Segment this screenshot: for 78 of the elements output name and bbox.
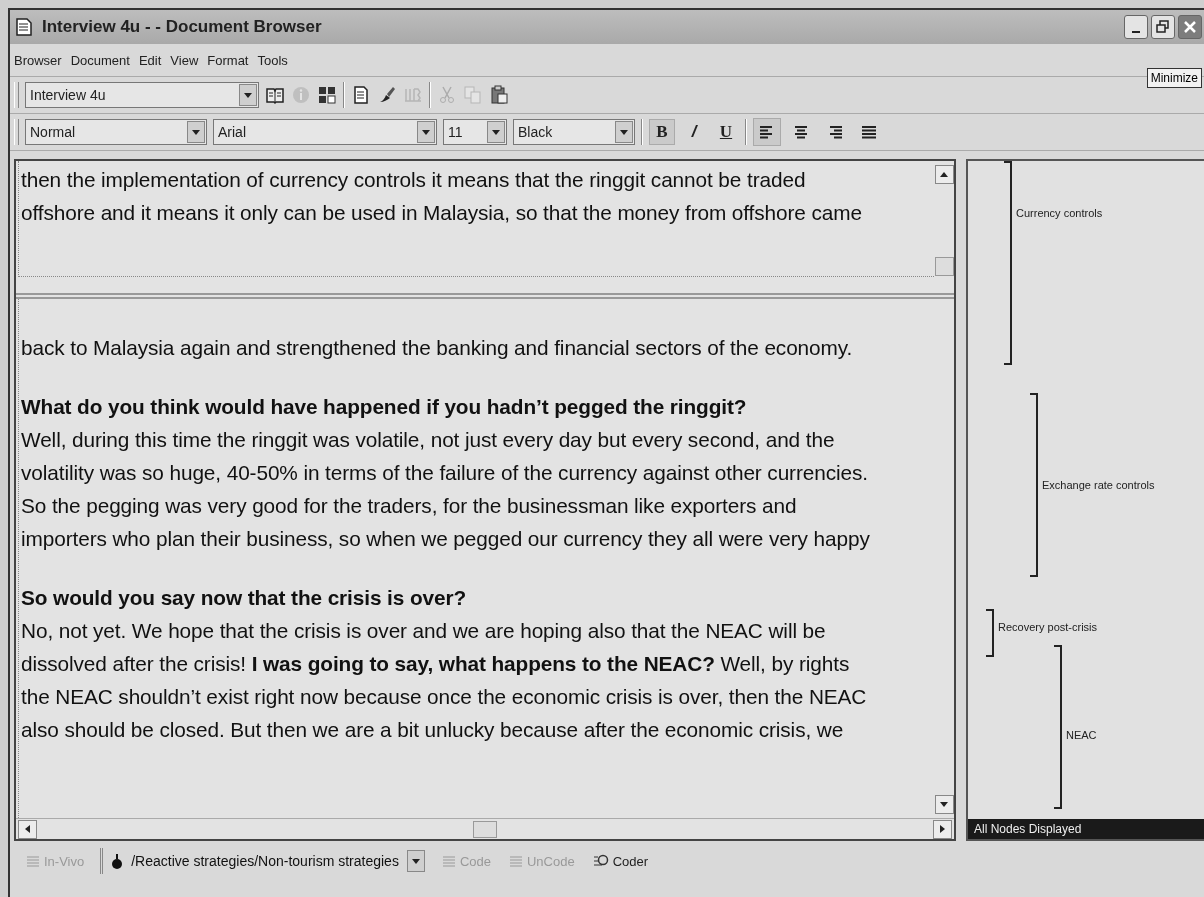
horizontal-scrollbar[interactable] — [16, 818, 954, 839]
menu-item[interactable]: View — [170, 52, 199, 68]
stripe-label: Recovery post-crisis — [998, 621, 1098, 633]
stripe-label: Exchange rate controls — [1042, 479, 1155, 491]
bold-button[interactable]: B — [649, 119, 675, 145]
text-line: back to Malaysia again and strengthened the banking and financial sectors of the economy. — [21, 335, 854, 361]
dropdown-arrow-icon — [411, 858, 420, 864]
book-icon[interactable] — [265, 85, 285, 105]
paste-icon[interactable] — [489, 85, 509, 105]
document-icon[interactable] — [351, 85, 371, 105]
right-arrow-icon — [940, 825, 945, 833]
text-line: the NEAC shouldn’t exist right now because once the economic crisis is over, then the NEAC — [21, 684, 868, 710]
toolbar-button[interactable]: Coder — [590, 851, 651, 871]
coding-stripe[interactable] — [1054, 645, 1062, 809]
text-line: importers who plan their business, so when we pegged our currency they all were very happy — [21, 526, 871, 552]
grid-icon[interactable] — [317, 85, 337, 105]
magnifier-icon — [592, 854, 609, 868]
close-icon — [1183, 20, 1197, 34]
scrollbar-thumb[interactable] — [473, 820, 497, 838]
menu-item[interactable]: Browser — [14, 52, 62, 68]
lines-icon — [441, 854, 456, 868]
scroll-up-button[interactable] — [934, 165, 954, 184]
font-size-dropdown[interactable]: 11 — [443, 119, 507, 145]
status-bar: All Nodes Displayed — [968, 819, 1204, 839]
window-title: Interview 4u - - Document Browser — [42, 17, 323, 37]
dropdown-arrow-icon — [244, 92, 252, 98]
scrollbar-thumb[interactable] — [934, 257, 954, 276]
lines-icon — [509, 854, 523, 868]
text-line: No, not yet. We hope that the crisis is over and we are hoping also that the NEAC will be — [21, 618, 827, 644]
menu-item[interactable]: Format — [207, 52, 249, 68]
stripe-label: NEAC — [1066, 729, 1097, 741]
scroll-left-button[interactable] — [18, 819, 37, 839]
dropdown-arrow-icon — [492, 129, 500, 135]
text-line: volatility was so huge, 40-50% in terms of the failure of the currency against other currencies. — [21, 460, 869, 486]
font-dropdown[interactable]: Arial — [213, 119, 437, 145]
node-selector[interactable]: /Reactive strategies/Non-tourism strategies — [100, 848, 426, 874]
italic-button[interactable]: / — [681, 119, 707, 145]
minimize-icon — [1132, 31, 1140, 33]
restore-button[interactable] — [1151, 15, 1175, 39]
text-line: then the implementation of currency controls it means that the ringgit cannot be traded — [21, 167, 807, 193]
document-dropdown[interactable]: Interview 4u — [25, 82, 259, 108]
down-arrow-icon — [940, 802, 948, 807]
text-line: What do you think would have happened if you hadn’t pegged the ringgit? — [21, 394, 748, 420]
align-right-icon — [827, 124, 843, 140]
dropdown-arrow-icon — [620, 129, 628, 135]
restore-icon — [1156, 20, 1170, 34]
align-justify-icon — [861, 124, 877, 140]
color-dropdown[interactable]: Black — [513, 119, 635, 145]
coding-stripe[interactable] — [986, 609, 994, 657]
node-icon — [111, 853, 124, 869]
text-line: So would you say now that the crisis is over? — [21, 585, 468, 611]
style-dropdown[interactable]: Normal — [25, 119, 207, 145]
align-left-button[interactable] — [753, 118, 781, 146]
text-line: dissolved after the crisis! I was going to say, what happens to the NEAC? Well, by rights — [21, 651, 851, 677]
tooltip: Minimize — [1146, 68, 1202, 88]
minimize-button[interactable] — [1124, 15, 1148, 39]
left-arrow-icon — [25, 825, 30, 833]
underline-button[interactable]: U — [713, 119, 739, 145]
menu-item[interactable]: Document — [70, 52, 130, 68]
menu-item[interactable]: Tools — [257, 52, 288, 68]
menu-item[interactable]: Edit — [138, 52, 162, 68]
close-button[interactable] — [1178, 15, 1202, 39]
dropdown-arrow-icon — [422, 129, 430, 135]
stripe-label: Currency controls — [1016, 207, 1103, 219]
text-line: also should be closed. But then we are a bit unlucky because after the economic crisis, we — [21, 717, 845, 743]
coding-stripe[interactable] — [1004, 161, 1012, 365]
scroll-down-button[interactable] — [934, 795, 954, 814]
dropdown-arrow-icon — [192, 129, 200, 135]
align-left-icon — [759, 124, 775, 140]
text-line: Well, during this time the ringgit was volatile, not just every day but every second, and the — [21, 427, 836, 453]
scroll-right-button[interactable] — [933, 819, 952, 839]
document-icon — [16, 18, 32, 36]
text-line: offshore and it means it only can be used in Malaysia, so that the money from offshore came — [21, 200, 863, 226]
coding-stripe[interactable] — [1030, 393, 1038, 577]
lines-icon — [26, 854, 40, 868]
up-arrow-icon — [940, 172, 948, 177]
align-center-icon — [793, 124, 809, 140]
text-line: So the pegging was very good for the traders, for the businessman like exporters and — [21, 493, 798, 519]
